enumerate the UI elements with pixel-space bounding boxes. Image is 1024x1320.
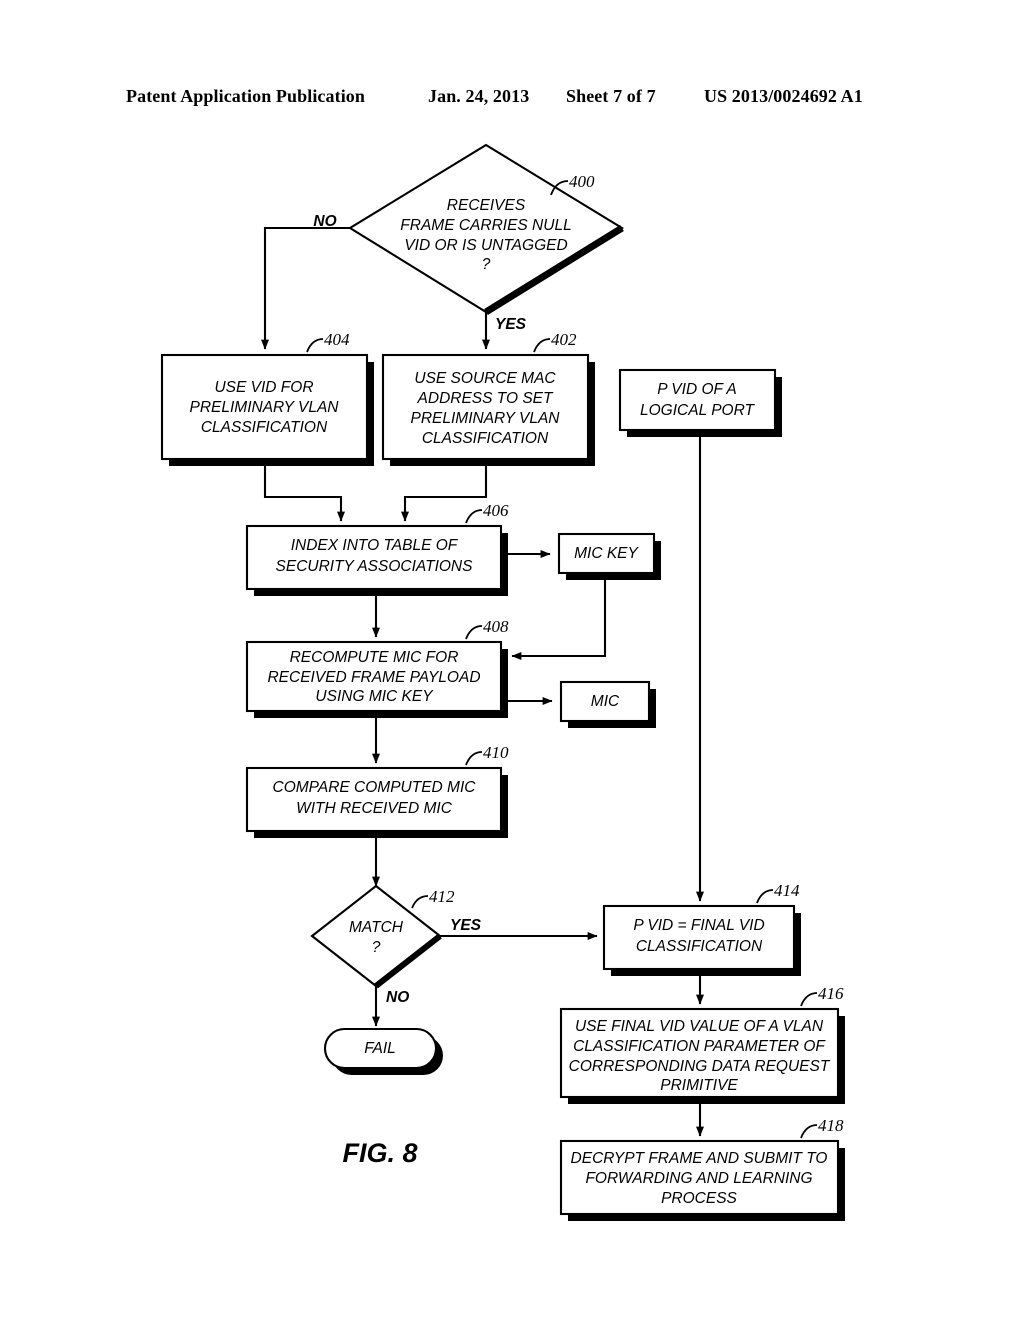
node-418-line-0: DECRYPT FRAME AND SUBMIT TO — [571, 1150, 828, 1167]
node-406-ref: 406 — [483, 501, 509, 520]
node-mickey-label: MIC KEY — [574, 545, 639, 562]
node-416-ref: 416 — [818, 984, 844, 1003]
node-pvid-line-1: LOGICAL PORT — [640, 402, 756, 419]
node-400-line-0: RECEIVES — [447, 197, 526, 214]
branch-label-no-match: NO — [386, 989, 409, 1006]
node-414-line-0: P VID = FINAL VID — [633, 917, 764, 934]
node-418-ref: 418 — [818, 1116, 844, 1135]
node-402-ref: 402 — [551, 330, 577, 349]
branch-label-yes-match: YES — [450, 917, 482, 934]
node-400-decision[interactable]: RECEIVES FRAME CARRIES NULL VID OR IS UN… — [347, 143, 625, 315]
node-404-line-0: USE VID FOR — [214, 379, 313, 396]
node-402-line-0: USE SOURCE MAC — [414, 370, 556, 387]
node-410-ref: 410 — [483, 743, 509, 762]
node-406-process[interactable]: INDEX INTO TABLE OF SECURITY ASSOCIATION… — [245, 501, 509, 596]
node-412-ref: 412 — [429, 887, 455, 906]
node-400-line-3: ? — [482, 256, 491, 273]
node-408-line-1: RECEIVED FRAME PAYLOAD — [267, 669, 480, 686]
node-414-leader — [756, 889, 774, 904]
node-400-line-1: FRAME CARRIES NULL — [400, 217, 571, 234]
node-406-line-1: SECURITY ASSOCIATIONS — [276, 558, 474, 575]
node-416-line-0: USE FINAL VID VALUE OF A VLAN — [575, 1018, 824, 1035]
node-418-line-1: FORWARDING AND LEARNING — [585, 1170, 812, 1187]
node-402-line-3: CLASSIFICATION — [422, 430, 549, 447]
branch-label-no-top: NO — [313, 213, 336, 230]
connector-404-to-406 — [263, 462, 345, 522]
node-406-leader — [465, 509, 483, 524]
node-mic-label: MIC — [591, 693, 620, 710]
node-418-leader — [800, 1124, 818, 1139]
node-fail-terminal[interactable]: FAIL — [323, 1027, 443, 1075]
node-416-line-1: CLASSIFICATION PARAMETER OF — [573, 1038, 826, 1055]
node-418-line-2: PROCESS — [661, 1190, 737, 1207]
flowchart-figure: RECEIVES FRAME CARRIES NULL VID OR IS UN… — [0, 0, 1024, 1320]
node-404-line-1: PRELIMINARY VLAN — [189, 399, 339, 416]
patent-figure-page: Patent Application Publication Jan. 24, … — [0, 0, 1024, 1320]
node-pvid-line-0: P VID OF A — [657, 381, 737, 398]
node-402-process[interactable]: USE SOURCE MAC ADDRESS TO SET PRELIMINAR… — [381, 330, 595, 466]
node-412-line-1: ? — [372, 939, 381, 956]
node-mic[interactable]: MIC — [559, 680, 656, 728]
node-404-ref: 404 — [324, 330, 350, 349]
node-412-leader — [411, 895, 429, 909]
connector-mickey-to-408 — [511, 577, 607, 660]
node-406-line-0: INDEX INTO TABLE OF — [291, 537, 459, 554]
node-416-leader — [800, 992, 818, 1007]
node-412-decision[interactable]: MATCH ? 412 — [310, 884, 455, 989]
node-402-line-1: ADDRESS TO SET — [417, 390, 554, 407]
node-410-leader — [465, 751, 483, 766]
node-pvid-logical-port[interactable]: P VID OF A LOGICAL PORT — [618, 368, 782, 437]
node-408-leader — [465, 625, 483, 640]
node-414-ref: 414 — [774, 881, 800, 900]
node-408-line-2: USING MIC KEY — [315, 688, 434, 705]
node-400-ref: 400 — [569, 172, 595, 191]
figure-caption: FIG. 8 — [342, 1138, 417, 1168]
node-404-line-2: CLASSIFICATION — [201, 419, 328, 436]
node-402-line-2: PRELIMINARY VLAN — [410, 410, 560, 427]
node-416-line-3: PRIMITIVE — [660, 1077, 738, 1094]
node-416-process[interactable]: USE FINAL VID VALUE OF A VLAN CLASSIFICA… — [559, 984, 845, 1104]
node-402-leader — [533, 338, 551, 353]
node-412-line-0: MATCH — [349, 919, 404, 936]
node-404-process[interactable]: USE VID FOR PRELIMINARY VLAN CLASSIFICAT… — [160, 330, 374, 466]
node-410-line-1: WITH RECEIVED MIC — [296, 800, 453, 817]
node-414-line-1: CLASSIFICATION — [636, 938, 763, 955]
node-408-process[interactable]: RECOMPUTE MIC FOR RECEIVED FRAME PAYLOAD… — [245, 617, 509, 718]
node-408-line-0: RECOMPUTE MIC FOR — [290, 649, 459, 666]
node-404-leader — [306, 338, 324, 353]
node-mic-key[interactable]: MIC KEY — [557, 532, 661, 580]
node-400-line-2: VID OR IS UNTAGGED — [404, 237, 567, 254]
node-416-line-2: CORRESPONDING DATA REQUEST — [569, 1058, 831, 1075]
node-410-process[interactable]: COMPARE COMPUTED MIC WITH RECEIVED MIC 4… — [245, 743, 509, 838]
node-fail-label: FAIL — [364, 1040, 396, 1057]
node-414-process[interactable]: P VID = FINAL VID CLASSIFICATION 414 — [602, 881, 801, 976]
node-408-ref: 408 — [483, 617, 509, 636]
branch-label-yes-top: YES — [495, 316, 527, 333]
node-418-process[interactable]: DECRYPT FRAME AND SUBMIT TO FORWARDING A… — [559, 1116, 845, 1221]
node-410-line-0: COMPARE COMPUTED MIC — [273, 779, 477, 796]
